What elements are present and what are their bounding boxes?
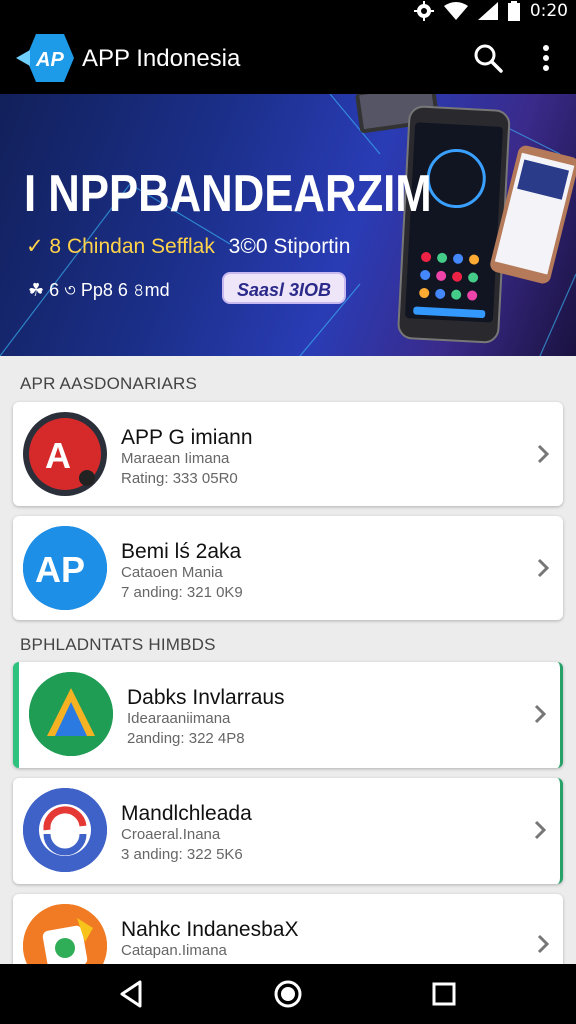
search-icon: [474, 44, 503, 73]
item-meta: 2anding: 322 4P8: [127, 730, 245, 747]
logo-text: AP: [35, 49, 64, 71]
chevron-right-icon: [537, 558, 550, 578]
ap-blue-logo-icon: AP: [23, 526, 107, 610]
item-meta: 3 anding: 322 5K6: [121, 846, 243, 863]
status-bar: 0:20: [0, 0, 576, 22]
promo-banner[interactable]: I NPPBANDEARZIM ✓ 8 Chindan Sefflak 3©0 …: [0, 94, 576, 356]
item-name: Bemi lś 2aka: [121, 540, 242, 563]
banner-decoration: [0, 94, 576, 356]
search-button[interactable]: [470, 40, 506, 76]
item-name: APP G imiann: [121, 426, 253, 449]
item-name: Nahkc IndanesbaX: [121, 918, 299, 941]
more-options-button[interactable]: [532, 40, 560, 76]
app-logo: AP: [16, 32, 74, 84]
banner-subtitle: ✓ 8 Chindan Sefflak 3©0 Stiportin: [26, 234, 350, 259]
chevron-right-icon: [537, 444, 550, 464]
list-item[interactable]: AP Bemi lś 2aka Cataoen Mania 7 anding: …: [13, 516, 563, 620]
home-button[interactable]: [272, 978, 304, 1010]
back-icon: [120, 980, 142, 1008]
recents-icon: [432, 982, 456, 1006]
banner-title: I NPPBANDEARZIM: [24, 165, 432, 223]
item-subtitle: Maraean Iimana: [121, 450, 230, 467]
settings-icon: [413, 1, 434, 21]
section-title: APR AASDONARIARS: [20, 374, 198, 393]
navigation-bar: [0, 964, 576, 1024]
banner-subtitle-suffix: 3©0 Stiportin: [228, 235, 351, 258]
item-subtitle: Cataoen Mania: [121, 564, 223, 581]
item-subtitle: Catapan.Iimana: [121, 942, 227, 959]
banner-subtitle-prefix: ✓ 8 Chindan Sefflak: [26, 235, 215, 258]
circle-logo-icon: [23, 788, 107, 872]
banner-rating: ☘ 6 ৩ Pp8 6 ৪md: [28, 280, 170, 300]
item-meta: 7 anding: 321 0K9: [121, 584, 243, 601]
home-icon: [274, 980, 302, 1008]
battery-icon: [507, 1, 520, 21]
chevron-right-icon: [534, 820, 547, 840]
list-item[interactable]: A APP G imiann Maraean Iimana Rating: 33…: [13, 402, 563, 506]
section-title: BPHLADNTATS HIMBDS: [20, 635, 216, 654]
chevron-right-icon: [537, 934, 550, 954]
app-bar: AP APP Indonesia: [0, 22, 576, 94]
banner-cta-button[interactable]: Saasl 3IOB: [222, 272, 346, 304]
ap-red-logo-icon: A: [23, 412, 107, 496]
item-subtitle: Idearaaniimana: [127, 710, 231, 727]
chevron-right-icon: [534, 704, 547, 724]
wifi-icon: [443, 2, 468, 20]
item-name: Mandlchleada: [121, 802, 252, 825]
signal-icon: [477, 2, 498, 20]
svg-text:AP: AP: [35, 549, 85, 590]
item-subtitle: Croaeral.Inana: [121, 826, 221, 843]
list-item[interactable]: Dabks Invlarraus Idearaaniimana 2anding:…: [13, 662, 563, 768]
back-button[interactable]: [116, 978, 148, 1010]
svg-text:A: A: [45, 435, 71, 476]
more-vert-icon: [543, 45, 549, 71]
triangle-logo-icon: [29, 672, 113, 756]
list-item[interactable]: Mandlchleada Croaeral.Inana 3 anding: 32…: [13, 778, 563, 884]
clock: 0:20: [529, 1, 568, 21]
item-name: Dabks Invlarraus: [127, 686, 285, 709]
item-meta: Rating: 333 05R0: [121, 470, 238, 487]
recents-button[interactable]: [428, 978, 460, 1010]
app-title: APP Indonesia: [82, 45, 241, 72]
